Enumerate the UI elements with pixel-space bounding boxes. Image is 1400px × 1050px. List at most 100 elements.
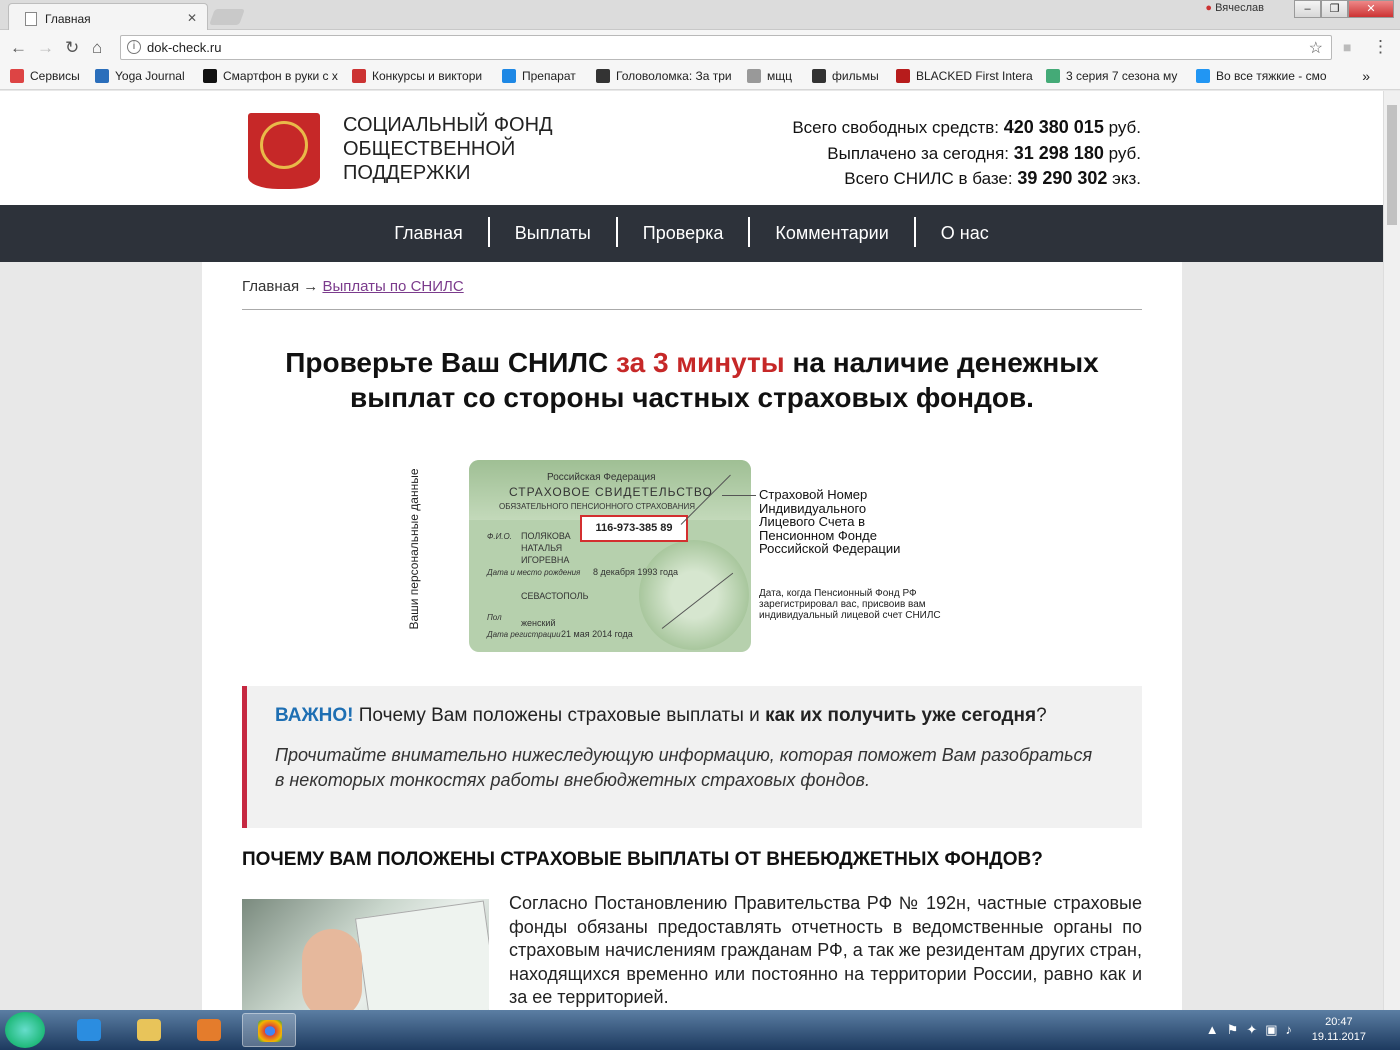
breadcrumb-current[interactable]: Выплаты по СНИЛС [322, 278, 463, 295]
chrome-icon [258, 1020, 282, 1042]
bookmark-item[interactable]: 3 серия 7 сезона му [1046, 69, 1177, 83]
browser-tabstrip: Главная ✕ ● Вячеслав – ❐ ✕ [0, 0, 1400, 30]
maximize-button[interactable]: ❐ [1321, 0, 1348, 18]
scrollbar[interactable] [1383, 91, 1400, 1010]
notice-lead: ВАЖНО! Почему Вам положены страховые вып… [275, 705, 1047, 726]
close-window-button[interactable]: ✕ [1348, 0, 1394, 18]
clock-time: 20:47 [1325, 1016, 1353, 1028]
breadcrumb-arrow: → [303, 278, 319, 295]
bookmark-icon [95, 69, 109, 83]
bookmark-item[interactable]: Препарат [502, 69, 576, 83]
section-paragraph: Согласно Постановлению Правительства РФ … [509, 893, 1142, 1007]
bookmark-icon [203, 69, 217, 83]
bookmark-item[interactable]: Смартфон в руки с х [203, 69, 338, 83]
bookmark-label: Во все тяжкие - смо [1216, 69, 1327, 83]
back-icon[interactable]: ← [10, 38, 27, 58]
minimize-button[interactable]: – [1294, 0, 1321, 18]
bookmark-item[interactable]: мщц [747, 69, 792, 83]
bookmark-label: Сервисы [30, 69, 80, 83]
menu-icon[interactable]: ⋮ [1372, 37, 1389, 57]
important-notice: ВАЖНО! Почему Вам положены страховые вып… [242, 686, 1142, 828]
profile-name: Вячеслав [1215, 2, 1264, 14]
bookmark-item[interactable]: Сервисы [10, 69, 80, 83]
scrollbar-thumb[interactable] [1387, 105, 1397, 225]
tab-title: Главная [45, 12, 91, 26]
extension-icon[interactable]: ■ [1343, 39, 1351, 55]
page-title: Проверьте Ваш СНИЛС за 3 минуты на налич… [285, 347, 1099, 413]
address-bar[interactable]: i dok-check.ru ☆ [120, 35, 1332, 60]
windows-taskbar: ▲⚑✦▣♪ 20:47 19.11.2017 [0, 1010, 1400, 1050]
bookmark-star-icon[interactable]: ☆ [1309, 38, 1323, 58]
main-nav: Главная Выплаты Проверка Комментарии О н… [0, 205, 1383, 262]
bookmark-label: BLACKED First Intera [916, 69, 1033, 83]
taskbar-media[interactable] [182, 1013, 236, 1047]
tab-home[interactable]: Главная ✕ [8, 3, 208, 30]
fio-label: Ф.И.О. [487, 532, 512, 541]
nav-comments[interactable]: Комментарии [750, 206, 913, 260]
card-subtitle: ОБЯЗАТЕЛЬНОГО ПЕНСИОННОГО СТРАХОВАНИЯ [499, 502, 696, 511]
notice-text: Прочитайте внимательно нижеследующую инф… [275, 745, 1093, 790]
bookmark-item[interactable]: BLACKED First Intera [896, 69, 1033, 83]
registration-callout: Дата, когда Пенсионный Фонд РФ зарегистри… [759, 588, 941, 621]
bookmarks-overflow-button[interactable]: » [1362, 68, 1370, 84]
forward-icon[interactable]: → [37, 38, 54, 58]
fio-name: НАТАЛЬЯ [521, 543, 563, 553]
birth-label: Дата и место рождения [487, 568, 581, 577]
taskbar-ie[interactable] [62, 1013, 116, 1047]
card-title: СТРАХОВОЕ СВИДЕТЕЛЬСТВО [509, 485, 713, 499]
clock[interactable]: 20:47 19.11.2017 [1312, 1015, 1366, 1045]
bookmark-icon [812, 69, 826, 83]
nav-home[interactable]: Главная [369, 206, 488, 260]
web-page: СОЦИАЛЬНЫЙ ФОНД ОБЩЕСТВЕННОЙ ПОДДЕРЖКИ В… [0, 91, 1383, 1010]
brand-line: ОБЩЕСТВЕННОЙ [343, 138, 516, 160]
bookmark-icon [352, 69, 366, 83]
info-icon[interactable]: i [127, 40, 141, 54]
fio-patronymic: ИГОРЕВНА [521, 555, 570, 565]
bookmark-item[interactable]: фильмы [812, 69, 879, 83]
coat-of-arms-logo[interactable] [248, 113, 320, 189]
bookmark-icon [747, 69, 761, 83]
stat-snils-count: Всего СНИЛС в базе: 39 290 302 экз. [844, 168, 1141, 188]
snils-card-image: Российская Федерация СТРАХОВОЕ СВИДЕТЕЛЬ… [469, 460, 751, 652]
eagle-icon [260, 121, 308, 169]
start-button[interactable] [5, 1012, 45, 1048]
bookmark-item[interactable]: Головоломка: За три [596, 69, 732, 83]
bookmark-icon [596, 69, 610, 83]
snils-callout: Страховой Номер Индивидуального Лицевого С… [759, 487, 901, 556]
section-heading: ПОЧЕМУ ВАМ ПОЛОЖЕНЫ СТРАХОВЫЕ ВЫПЛАТЫ ОТ… [242, 849, 1043, 870]
profile-button[interactable]: ● Вячеслав [1205, 2, 1264, 14]
window-controls: – ❐ ✕ [1294, 0, 1394, 18]
birth-city: СЕВАСТОПОЛЬ [521, 591, 589, 601]
stat-free-funds: Всего свободных средств: 420 380 015 руб… [792, 117, 1141, 137]
side-label: Ваши персональные данные [407, 468, 421, 630]
breadcrumb-home[interactable]: Главная [242, 278, 299, 295]
taskbar-chrome[interactable] [242, 1013, 296, 1047]
taskbar-explorer[interactable] [122, 1013, 176, 1047]
bookmark-icon [502, 69, 516, 83]
brand-line: СОЦИАЛЬНЫЙ ФОНД [343, 114, 553, 136]
system-tray[interactable]: ▲⚑✦▣♪ [1206, 1022, 1300, 1038]
folder-icon [137, 1019, 161, 1041]
nav-about[interactable]: О нас [916, 206, 1014, 260]
bookmark-item[interactable]: Yoga Journal [95, 69, 185, 83]
bookmark-icon [1046, 69, 1060, 83]
home-icon[interactable]: ⌂ [92, 38, 102, 58]
bookmark-item[interactable]: Конкурсы и виктори [352, 69, 482, 83]
tab-close-icon[interactable]: ✕ [187, 11, 197, 25]
bookmark-label: мщц [767, 69, 792, 83]
bookmark-label: фильмы [832, 69, 879, 83]
nav-payments[interactable]: Выплаты [490, 206, 616, 260]
bookmark-icon [1196, 69, 1210, 83]
ie-icon [77, 1019, 101, 1041]
reload-icon[interactable]: ↻ [65, 38, 79, 58]
nav-check[interactable]: Проверка [618, 206, 749, 260]
documents-photo [242, 899, 489, 1010]
bookmark-label: Препарат [522, 69, 576, 83]
bookmark-item[interactable]: Во все тяжкие - смо [1196, 69, 1327, 83]
site-stats: Всего свободных средств: 420 380 015 руб… [792, 115, 1141, 192]
reg-date: 21 мая 2014 года [561, 629, 633, 639]
snils-number: 116-973-385 89 [580, 515, 688, 542]
bookmark-label: Смартфон в руки с х [223, 69, 338, 83]
site-brand[interactable]: СОЦИАЛЬНЫЙ ФОНД ОБЩЕСТВЕННОЙ ПОДДЕРЖКИ [343, 113, 603, 185]
new-tab-button[interactable] [209, 9, 245, 25]
